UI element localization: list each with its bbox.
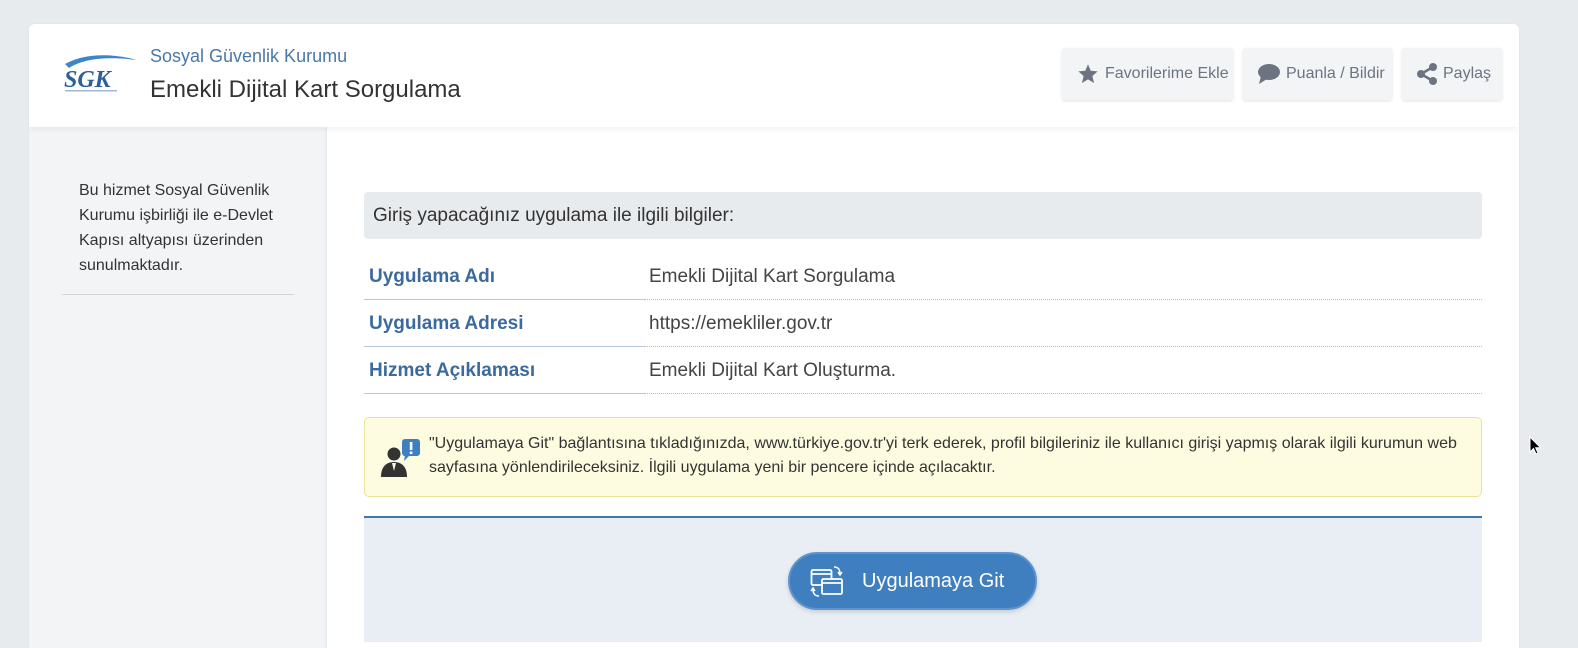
page-header: SGK Sosyal Güvenlik Kurumu Emekli Dijita… xyxy=(29,24,1519,127)
share-icon xyxy=(1417,63,1437,85)
favorite-button[interactable]: Favorilerime Ekle xyxy=(1062,48,1233,100)
user-alert-icon xyxy=(381,439,420,477)
info-value: https://emekliler.gov.tr xyxy=(645,300,1482,347)
info-section-title: Giriş yapacağınız uygulama ile ilgili bi… xyxy=(364,192,1482,239)
info-label: Uygulama Adı xyxy=(364,253,645,300)
share-button[interactable]: Paylaş xyxy=(1402,48,1502,100)
go-panel: Uygulamaya Git xyxy=(364,516,1482,642)
service-card: SGK Sosyal Güvenlik Kurumu Emekli Dijita… xyxy=(29,24,1519,648)
org-name: Sosyal Güvenlik Kurumu xyxy=(150,46,348,66)
info-value: Emekli Dijital Kart Sorgulama xyxy=(645,253,1482,300)
go-button-label: Uygulamaya Git xyxy=(862,569,1005,592)
sidebar-divider xyxy=(62,294,294,295)
mouse-cursor-icon xyxy=(1529,436,1542,455)
rate-button[interactable]: Puanla / Bildir xyxy=(1243,48,1392,100)
page-title: Emekli Dijital Kart Sorgulama xyxy=(150,76,461,103)
info-row-service-description: Hizmet Açıklaması Emekli Dijital Kart Ol… xyxy=(364,347,1482,394)
sidebar-info-text: Bu hizmet Sosyal Güvenlik Kurumu işbirli… xyxy=(79,182,273,274)
rate-label: Puanla / Bildir xyxy=(1286,65,1385,82)
info-row-app-address: Uygulama Adresi https://emekliler.gov.tr xyxy=(364,300,1482,347)
notice-text: "Uygulamaya Git" bağlantısına tıkladığın… xyxy=(429,435,1457,476)
redirect-notice: "Uygulamaya Git" bağlantısına tıkladığın… xyxy=(364,417,1482,497)
info-label: Uygulama Adresi xyxy=(364,300,645,347)
star-icon xyxy=(1078,64,1098,83)
info-value: Emekli Dijital Kart Oluşturma. xyxy=(645,347,1482,394)
browser-windows-icon xyxy=(810,566,843,597)
go-to-application-button[interactable]: Uygulamaya Git xyxy=(788,552,1037,610)
sgk-logo: SGK xyxy=(64,55,137,93)
svg-text:SGK: SGK xyxy=(64,67,113,93)
info-row-app-name: Uygulama Adı Emekli Dijital Kart Sorgula… xyxy=(364,253,1482,300)
favorite-label: Favorilerime Ekle xyxy=(1105,65,1229,82)
speech-bubble-icon xyxy=(1258,64,1280,84)
main-content: Giriş yapacağınız uygulama ile ilgili bi… xyxy=(327,127,1519,648)
info-label: Hizmet Açıklaması xyxy=(364,347,645,394)
share-label: Paylaş xyxy=(1443,65,1492,82)
